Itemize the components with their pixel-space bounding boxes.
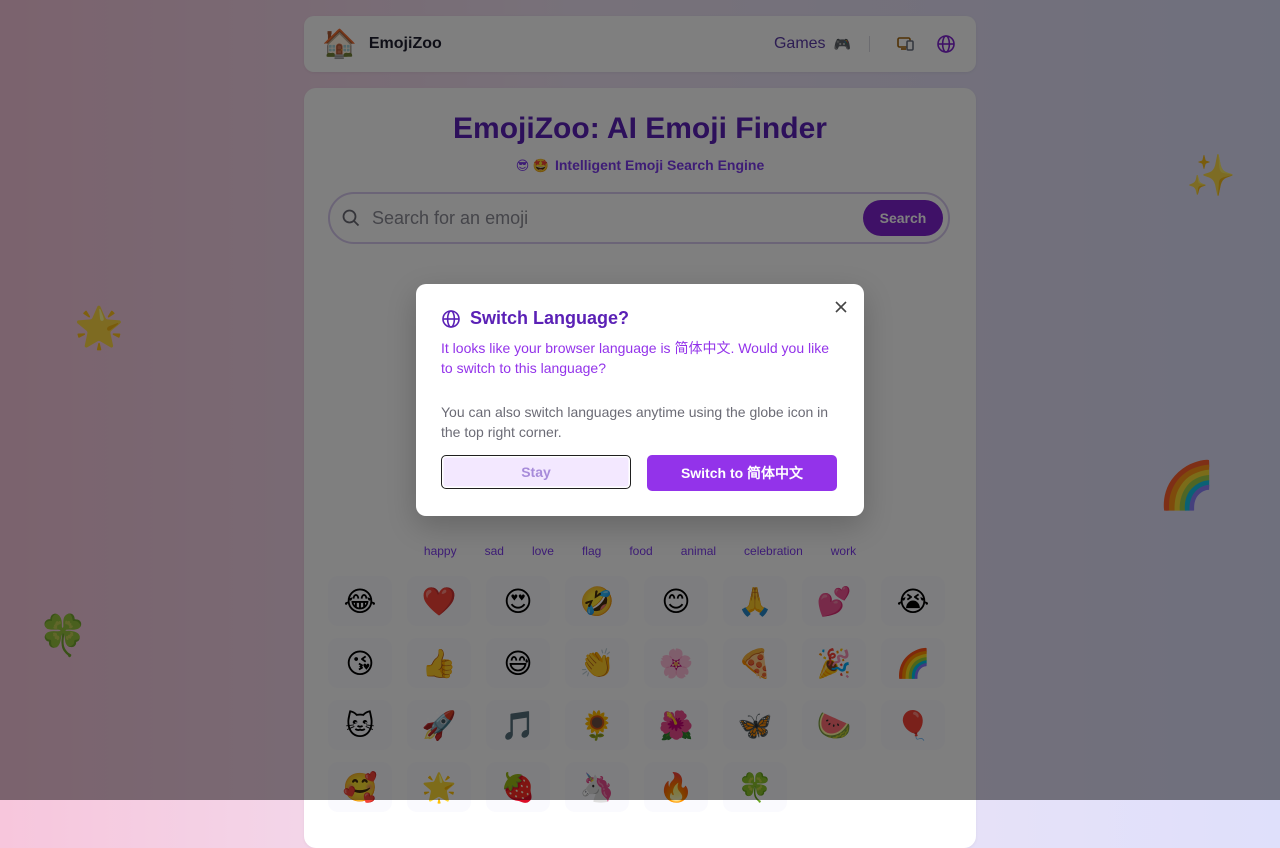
globe-icon <box>441 309 461 329</box>
dialog-title: Switch Language? <box>470 308 630 328</box>
switch-language-button[interactable]: Switch to 简体中文 <box>647 455 837 491</box>
switch-language-dialog: Switch Language? It looks like your brow… <box>416 284 864 516</box>
page: ✨ 🌟 🌈 🍀 🏠 EmojiZoo Games 🎮 <box>0 0 1280 848</box>
close-icon[interactable] <box>834 300 848 314</box>
dialog-header: Switch Language? <box>441 308 839 329</box>
dialog-actions: Stay Switch to 简体中文 <box>441 455 837 491</box>
dialog-hint: You can also switch languages anytime us… <box>441 404 829 440</box>
dialog-description: It looks like your browser language is 简… <box>441 340 830 376</box>
stay-button[interactable]: Stay <box>441 455 631 489</box>
